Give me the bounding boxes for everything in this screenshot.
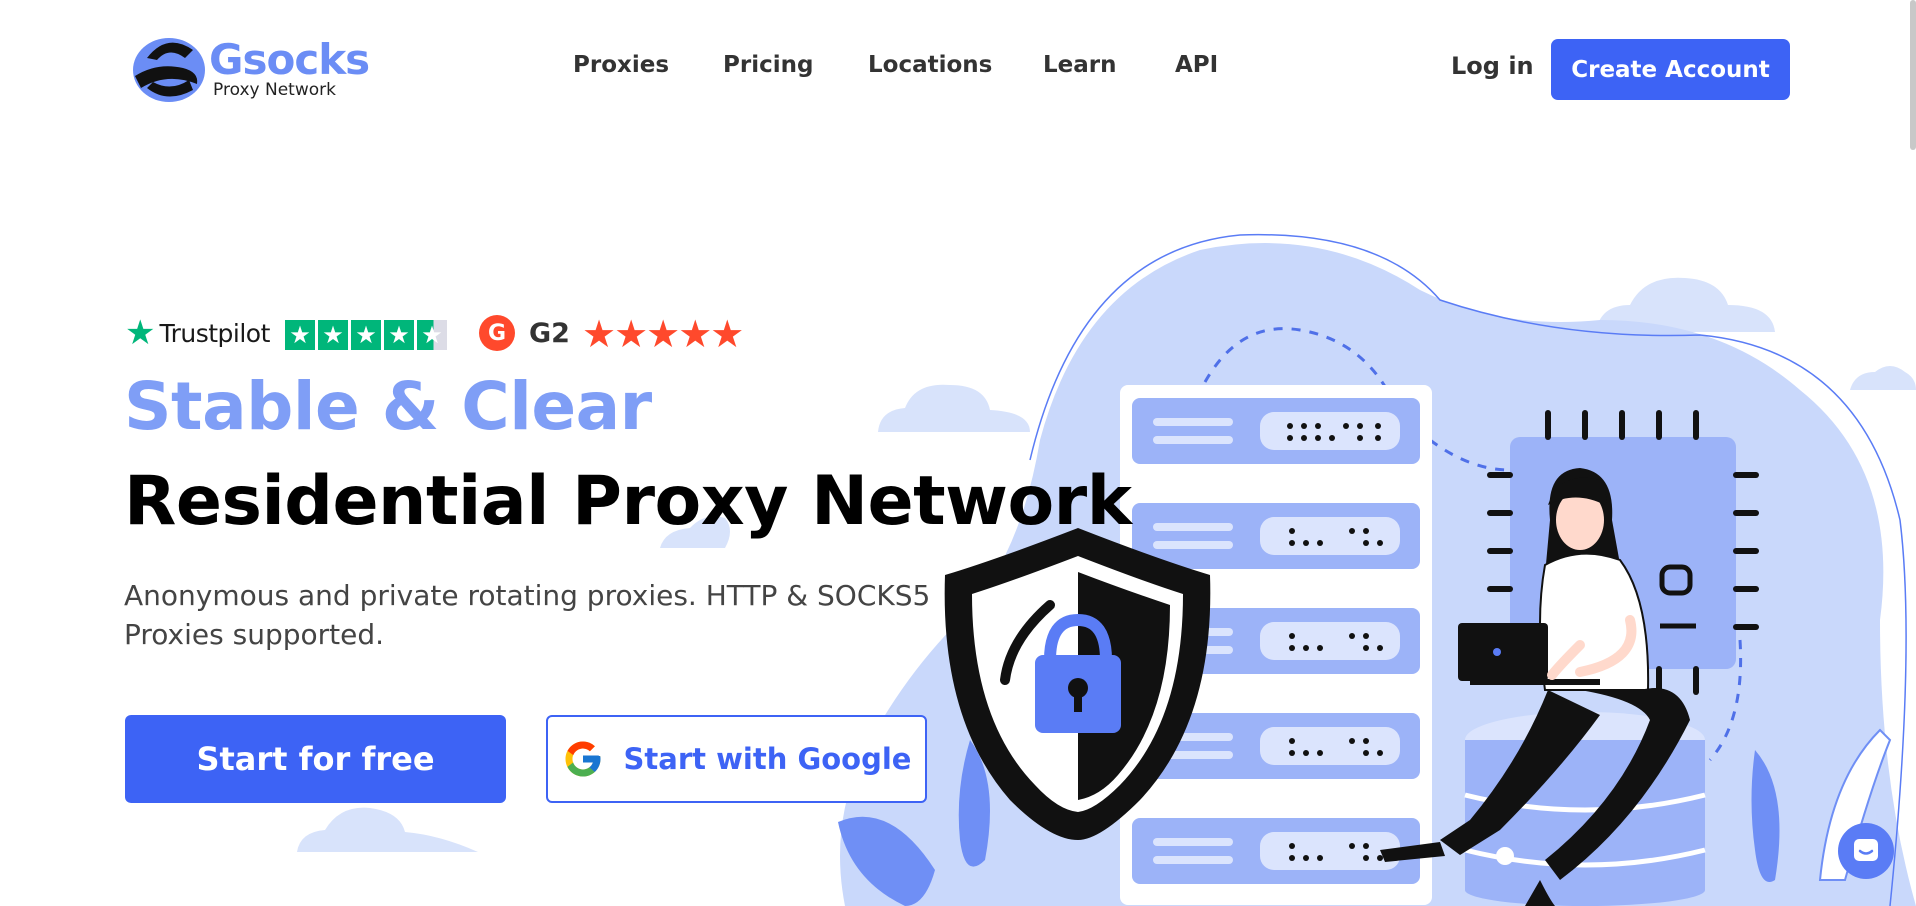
- chat-widget-button[interactable]: [1838, 823, 1894, 879]
- google-icon: [565, 741, 601, 777]
- start-with-google-button[interactable]: Start with Google: [546, 715, 927, 803]
- google-button-label: Start with Google: [623, 742, 912, 776]
- start-for-free-button[interactable]: Start for free: [125, 715, 506, 803]
- hero-description: Anonymous and private rotating proxies. …: [124, 579, 931, 651]
- chat-icon: [1854, 839, 1878, 861]
- hero-title: Residential Proxy Network: [124, 462, 1132, 541]
